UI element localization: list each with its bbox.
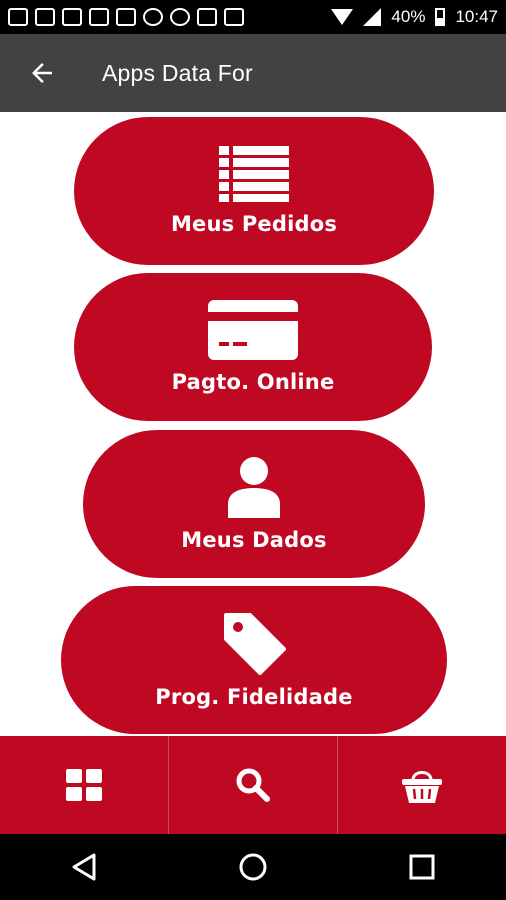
chat-icon: [8, 8, 28, 26]
user-icon: [228, 457, 280, 518]
grid-icon: [66, 769, 102, 801]
search-icon: [236, 768, 270, 802]
list-icon: [219, 146, 289, 202]
bottom-nav: [0, 736, 506, 834]
signal-icon: [363, 8, 382, 26]
mail-icon: [116, 8, 136, 26]
status-right: 40% 10:47: [331, 7, 498, 27]
instagram-icon: [197, 8, 217, 26]
nav-grid-button[interactable]: [0, 736, 169, 834]
meus-pedidos-button[interactable]: Meus Pedidos: [74, 117, 434, 265]
basket-icon: [402, 771, 442, 803]
battery-icon: [435, 8, 446, 26]
arrow-back-icon: [32, 63, 52, 83]
back-button[interactable]: [2, 34, 82, 112]
meus-dados-label: Meus Dados: [181, 528, 327, 552]
app-bar: Apps Data For: [0, 34, 506, 112]
prog-fidelidade-button[interactable]: Prog. Fidelidade: [61, 586, 447, 734]
credit-card-icon: [208, 300, 298, 360]
wifi-icon: [331, 9, 354, 25]
image-icon: [62, 8, 82, 26]
whatsapp-icon: [170, 8, 190, 26]
clock: 10:47: [455, 7, 498, 26]
system-home-button[interactable]: [223, 842, 283, 892]
mail-icon: [89, 8, 109, 26]
nav-basket-button[interactable]: [338, 736, 506, 834]
system-nav: [0, 834, 506, 900]
facebook-icon: [35, 8, 55, 26]
notification-icons: [8, 8, 244, 26]
system-back-button[interactable]: [54, 842, 114, 892]
tag-icon: [224, 613, 286, 675]
page-title: Apps Data For: [102, 59, 253, 86]
pagto-online-label: Pagto. Online: [171, 370, 335, 394]
pagto-online-button[interactable]: Pagto. Online: [74, 273, 432, 421]
news-icon: [224, 8, 244, 26]
prog-fidelidade-label: Prog. Fidelidade: [155, 685, 353, 709]
battery-percent: 40%: [391, 7, 426, 26]
meus-pedidos-label: Meus Pedidos: [170, 212, 338, 236]
home-circle-icon: [239, 853, 267, 881]
back-triangle-icon: [72, 853, 96, 881]
status-bar: 40% 10:47: [0, 0, 506, 34]
whatsapp-icon: [143, 8, 163, 26]
meus-dados-button[interactable]: Meus Dados: [83, 430, 425, 578]
nav-search-button[interactable]: [169, 736, 338, 834]
system-recents-button[interactable]: [392, 842, 452, 892]
recents-square-icon: [409, 854, 435, 880]
